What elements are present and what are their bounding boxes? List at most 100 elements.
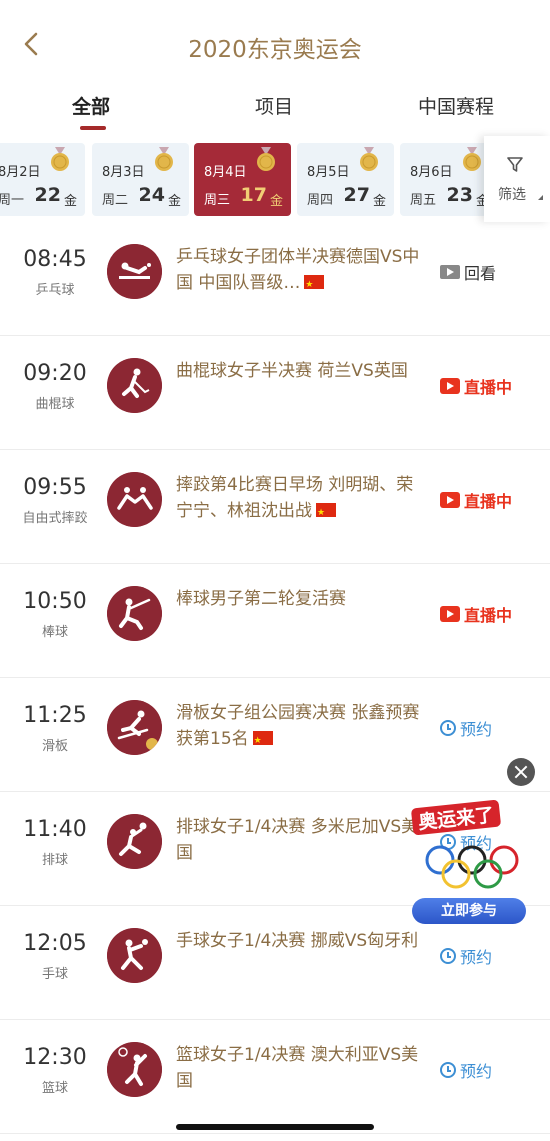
olympic-rings-icon xyxy=(425,845,519,889)
action-label: 回看 xyxy=(464,264,497,283)
action-label: 直播中 xyxy=(464,492,513,511)
weekday-label: 周一 xyxy=(0,193,25,208)
event-time: 11:25 xyxy=(23,703,87,728)
live-play-icon xyxy=(440,492,460,508)
gold-medal-icon xyxy=(257,147,275,171)
event-time: 09:55 xyxy=(23,475,87,500)
tab-active-indicator xyxy=(80,126,106,130)
weekday-label: 周三 xyxy=(204,193,231,208)
event-time: 12:30 xyxy=(23,1045,87,1070)
gold-count: 23 xyxy=(446,184,473,206)
date-card[interactable]: 8月6日 周五 23 金 xyxy=(400,143,497,216)
action-label: 直播中 xyxy=(464,378,513,397)
ad-title: 奥运来了 xyxy=(410,799,502,836)
basketball-pictogram-icon xyxy=(107,1042,162,1097)
reserve-button[interactable]: 预约 xyxy=(440,944,492,968)
event-sport: 篮球 xyxy=(41,1081,68,1096)
handball-pictogram-icon xyxy=(107,928,162,983)
reserve-button[interactable]: 预约 xyxy=(440,716,492,740)
date-card[interactable]: 8月5日 周四 27 金 xyxy=(297,143,394,216)
event-row[interactable]: 09:20 曲棍球 曲棍球女子半决赛 荷兰VS英国 直播中 xyxy=(0,336,550,450)
action-label: 预约 xyxy=(460,1062,493,1081)
date-label: 8月6日 xyxy=(410,165,453,180)
china-flag-icon xyxy=(316,500,336,526)
live-button[interactable]: 直播中 xyxy=(440,374,512,398)
join-now-button[interactable]: 立即参与 xyxy=(412,898,526,924)
event-time: 08:45 xyxy=(23,247,87,272)
tab-events[interactable]: 项目 xyxy=(255,92,293,119)
gold-count: 27 xyxy=(343,184,370,206)
event-title: 曲棍球女子半决赛 荷兰VS英国 xyxy=(176,361,408,381)
event-sport: 自由式摔跤 xyxy=(22,511,88,526)
date-label: 8月4日 xyxy=(204,165,247,180)
corner-triangle-icon xyxy=(538,195,543,200)
event-sport: 棒球 xyxy=(41,625,68,640)
event-row[interactable]: 12:30 篮球 篮球女子1/4决赛 澳大利亚VS美国 预约 xyxy=(0,1020,550,1134)
gold-unit: 金 xyxy=(372,194,386,209)
volleyball-pictogram-icon xyxy=(107,814,162,869)
event-title: 手球女子1/4决赛 挪威VS匈牙利 xyxy=(176,931,419,951)
live-button[interactable]: 直播中 xyxy=(440,488,512,512)
event-sport: 乒乓球 xyxy=(35,283,75,298)
ad-close-button[interactable] xyxy=(507,758,535,786)
event-sport: 排球 xyxy=(41,853,68,868)
clock-icon xyxy=(440,1062,456,1078)
event-time: 09:20 xyxy=(23,361,87,386)
gold-medal-icon xyxy=(360,147,378,171)
tab-all[interactable]: 全部 xyxy=(72,92,110,119)
skateboarding-pictogram-icon xyxy=(107,700,162,755)
date-label: 8月5日 xyxy=(307,165,350,180)
event-sport: 手球 xyxy=(41,967,68,982)
event-row[interactable]: 10:50 棒球 棒球男子第二轮复活赛 直播中 xyxy=(0,564,550,678)
date-strip: 8月2日 周一 22 金 8月3日 周二 24 金 8月4日 周三 17 金 8… xyxy=(0,140,550,222)
gold-count: 24 xyxy=(138,184,165,206)
date-card[interactable]: 8月2日 周一 22 金 xyxy=(0,143,85,216)
live-play-icon xyxy=(440,606,460,622)
action-label: 预约 xyxy=(460,948,493,967)
gold-unit: 金 xyxy=(269,194,283,209)
action-label: 直播中 xyxy=(464,606,513,625)
gold-count: 17 xyxy=(240,184,267,206)
event-title: 乒乓球女子团体半决赛德国VS中国 中国队晋级… xyxy=(176,244,426,298)
gold-medal-icon xyxy=(463,147,481,171)
event-row[interactable]: 11:25 滑板 滑板女子组公园赛决赛 张鑫预赛获第15名 预约 xyxy=(0,678,550,792)
date-label: 8月2日 xyxy=(0,165,41,180)
event-title: 排球女子1/4决赛 多米尼加VS美国 xyxy=(176,817,419,863)
date-label: 8月3日 xyxy=(102,165,145,180)
clock-icon xyxy=(440,948,456,964)
live-play-icon xyxy=(440,378,460,394)
tab-bar: 全部 项目 中国赛程 xyxy=(0,88,550,136)
wrestling-pictogram-icon xyxy=(107,472,162,527)
filter-button[interactable]: 筛选 xyxy=(484,136,550,222)
event-title: 摔跤第4比赛日早场 刘明瑚、荣宁宁、林祖沈出战 xyxy=(176,472,426,526)
clock-icon xyxy=(440,720,456,736)
weekday-label: 周二 xyxy=(102,193,129,208)
china-flag-icon xyxy=(304,272,325,298)
olympics-promo-banner[interactable]: 奥运来了 立即参与 xyxy=(404,799,534,928)
date-card-selected[interactable]: 8月4日 周三 17 金 xyxy=(194,143,291,216)
weekday-label: 周五 xyxy=(410,193,437,208)
reserve-button[interactable]: 预约 xyxy=(440,1058,492,1082)
baseball-pictogram-icon xyxy=(107,586,162,641)
event-row[interactable]: 09:55 自由式摔跤 摔跤第4比赛日早场 刘明瑚、荣宁宁、林祖沈出战 直播中 xyxy=(0,450,550,564)
replay-play-icon xyxy=(440,265,460,279)
event-sport: 曲棍球 xyxy=(35,397,75,412)
action-label: 预约 xyxy=(460,720,493,739)
filter-funnel-icon xyxy=(507,157,523,172)
nav-bar: 2020东京奥运会 xyxy=(0,0,550,90)
hockey-pictogram-icon xyxy=(107,358,162,413)
event-time: 11:40 xyxy=(23,817,87,842)
filter-label: 筛选 xyxy=(498,187,526,203)
replay-button[interactable]: 回看 xyxy=(440,260,496,284)
home-indicator xyxy=(176,1124,374,1130)
event-title: 篮球女子1/4决赛 澳大利亚VS美国 xyxy=(176,1045,419,1091)
live-button[interactable]: 直播中 xyxy=(440,602,512,626)
event-row[interactable]: 08:45 乒乓球 乒乓球女子团体半决赛德国VS中国 中国队晋级… 回看 xyxy=(0,222,550,336)
page-title: 2020东京奥运会 xyxy=(188,37,362,63)
gold-unit: 金 xyxy=(63,194,77,209)
gold-unit: 金 xyxy=(167,194,181,209)
weekday-label: 周四 xyxy=(307,193,334,208)
date-card[interactable]: 8月3日 周二 24 金 xyxy=(92,143,189,216)
gold-medal-icon xyxy=(51,147,69,171)
tab-china-schedule[interactable]: 中国赛程 xyxy=(418,92,494,119)
